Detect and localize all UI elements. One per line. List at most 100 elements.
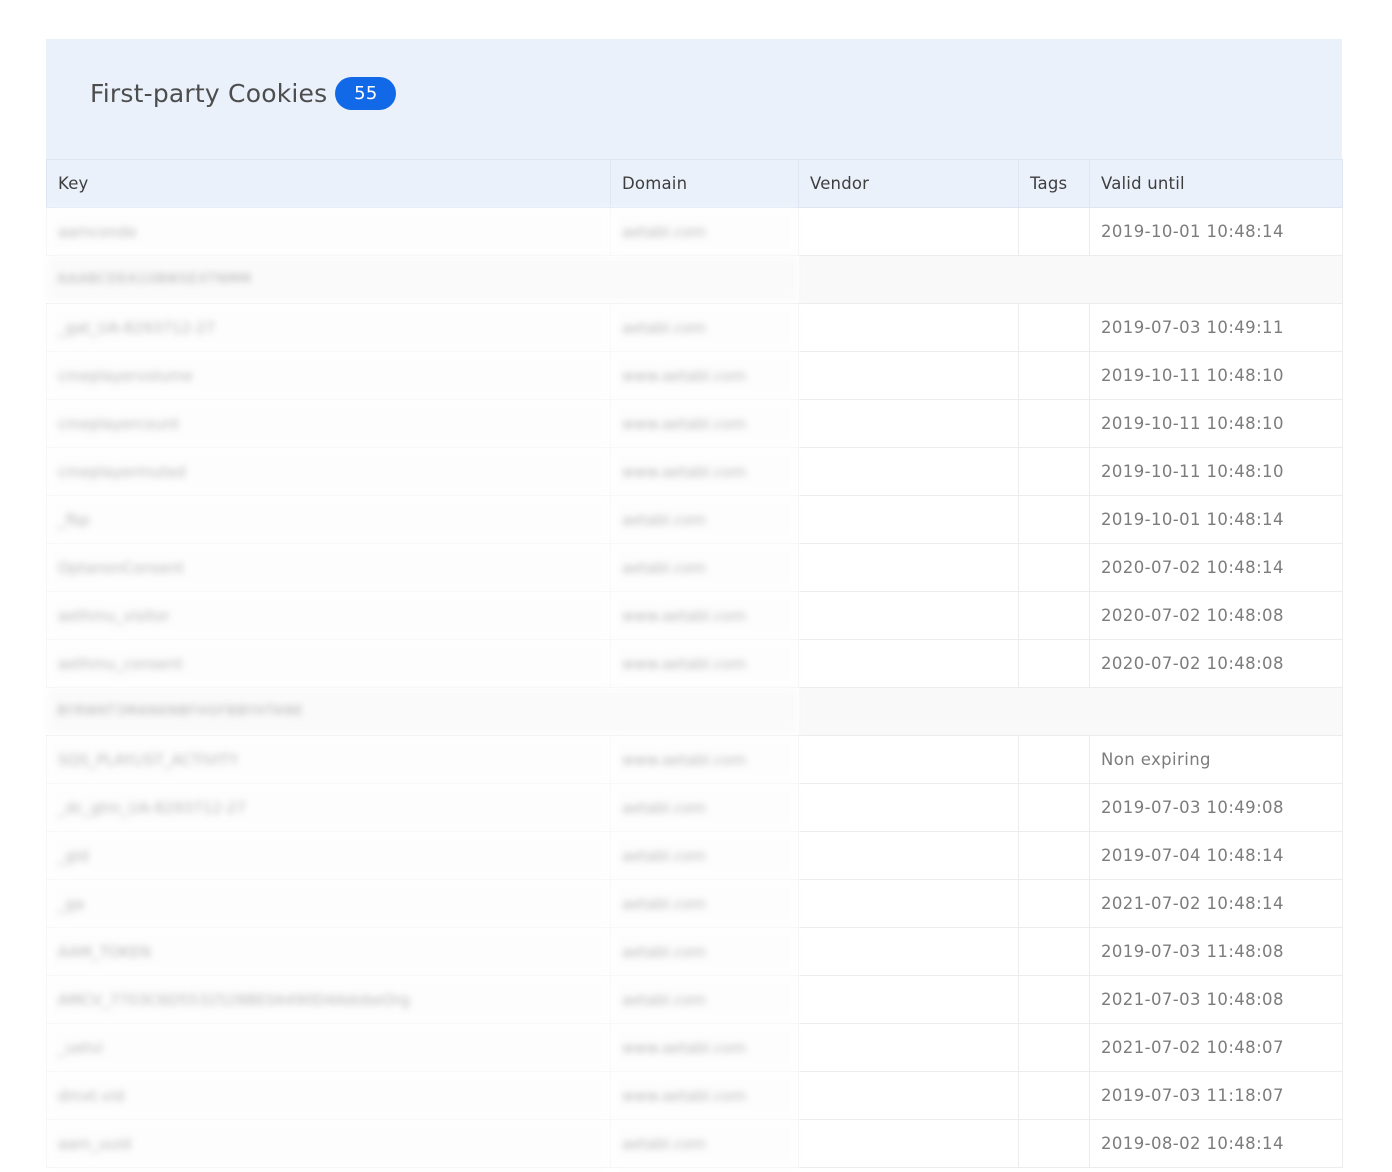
table-row[interactable]: cmeplayercount www.aetabl.com 2019-10-11 1… bbox=[46, 399, 1343, 448]
table-row[interactable]: AAM_TOKEN aetabl.com 2019-07-03 11:48:08 bbox=[46, 927, 1343, 976]
cookie-vendor-cell bbox=[798, 303, 1019, 352]
cookie-tags-cell bbox=[1018, 591, 1090, 640]
cookie-tags-cell bbox=[1018, 879, 1090, 928]
cookie-key-cell: cmeplayercount bbox=[46, 399, 611, 448]
cookie-tags-cell bbox=[1018, 783, 1090, 832]
cookie-tags-cell bbox=[1018, 927, 1090, 976]
cookie-valid-until-cell: 2019-07-04 10:48:14 bbox=[1089, 831, 1343, 880]
cookie-domain-cell: aetabl.com bbox=[610, 831, 799, 880]
cookie-key-cell: cmeplayervolume bbox=[46, 351, 611, 400]
cookie-key-cell: _uetvi bbox=[46, 1023, 611, 1072]
table-row[interactable]: aethmu_visitor www.aetabl.com 2020-07-02 1… bbox=[46, 591, 1343, 640]
cookie-vendor-cell bbox=[798, 975, 1019, 1024]
cookie-vendor-cell bbox=[798, 1023, 1019, 1072]
group-row: BYRWKT3MAN6NBFHGFBBYHTANE bbox=[46, 687, 1343, 736]
cookie-tags-cell bbox=[1018, 495, 1090, 544]
cookie-key-cell: _gid bbox=[46, 831, 611, 880]
cookie-key-cell: aamconde bbox=[46, 207, 611, 256]
group-row-filler bbox=[798, 687, 1343, 736]
cookie-domain-cell: aetabl.com bbox=[610, 1119, 799, 1168]
cookies-table-body: aamconde aetabl.com 2019-10-01 10:48:14 AAA… bbox=[46, 207, 1343, 1168]
cookie-tags-cell bbox=[1018, 1023, 1090, 1072]
cookie-key-cell: SQS_PLAYLIST_ACTIVITY bbox=[46, 735, 611, 784]
cookie-valid-until-cell: Non expiring bbox=[1089, 735, 1343, 784]
table-row[interactable]: cmeplayervolume www.aetabl.com 2019-10-11 … bbox=[46, 351, 1343, 400]
cookie-valid-until-cell: 2020-07-02 10:48:14 bbox=[1089, 543, 1343, 592]
cookie-tags-cell bbox=[1018, 831, 1090, 880]
cookie-vendor-cell bbox=[798, 735, 1019, 784]
table-row[interactable]: aethmu_consent www.aetabl.com 2020-07-02 1… bbox=[46, 639, 1343, 688]
cookie-tags-cell bbox=[1018, 447, 1090, 496]
cookies-table: Key Domain Vendor Tags Valid until aamco… bbox=[46, 159, 1343, 1168]
cookie-vendor-cell bbox=[798, 447, 1019, 496]
cookie-domain-cell: www.aetabl.com bbox=[610, 1071, 799, 1120]
table-row[interactable]: _gat_UA-8293712-27 aetabl.com 2019-07-03 1… bbox=[46, 303, 1343, 352]
cookie-vendor-cell bbox=[798, 1119, 1019, 1168]
cookie-key-cell: aethmu_consent bbox=[46, 639, 611, 688]
cookie-tags-cell bbox=[1018, 207, 1090, 256]
cookie-valid-until-cell: 2020-07-02 10:48:08 bbox=[1089, 639, 1343, 688]
table-row[interactable]: SQS_PLAYLIST_ACTIVITY www.aetabl.com Non e… bbox=[46, 735, 1343, 784]
column-header-tags[interactable]: Tags bbox=[1018, 159, 1090, 208]
cookie-tags-cell bbox=[1018, 975, 1090, 1024]
table-row[interactable]: aamconde aetabl.com 2019-10-01 10:48:14 bbox=[46, 207, 1343, 256]
table-row[interactable]: OptanonConsent aetabl.com 2020-07-02 10:48… bbox=[46, 543, 1343, 592]
panel-title: First-party Cookies 55 bbox=[90, 75, 397, 111]
cookie-valid-until-cell: 2021-07-02 10:48:14 bbox=[1089, 879, 1343, 928]
cookie-domain-cell: aetabl.com bbox=[610, 927, 799, 976]
table-row[interactable]: _fbp aetabl.com 2019-10-01 10:48:14 bbox=[46, 495, 1343, 544]
cookie-domain-cell: www.aetabl.com bbox=[610, 1023, 799, 1072]
cookie-domain-cell: www.aetabl.com bbox=[610, 639, 799, 688]
cookie-vendor-cell bbox=[798, 207, 1019, 256]
cookie-domain-cell: aetabl.com bbox=[610, 207, 799, 256]
cookie-domain-cell: aetabl.com bbox=[610, 543, 799, 592]
cookie-valid-until-cell: 2020-07-02 10:48:08 bbox=[1089, 591, 1343, 640]
table-row[interactable]: cmeplayermuted www.aetabl.com 2019-10-11 1… bbox=[46, 447, 1343, 496]
cookie-vendor-cell bbox=[798, 783, 1019, 832]
cookie-key-cell: aethmu_visitor bbox=[46, 591, 611, 640]
cookie-valid-until-cell: 2019-10-01 10:48:14 bbox=[1089, 495, 1343, 544]
cookie-domain-cell: www.aetabl.com bbox=[610, 591, 799, 640]
group-label: AAABCDEA10BWSEXTNMM bbox=[46, 255, 799, 304]
table-row[interactable]: dmxt.vid www.aetabl.com 2019-07-03 11:18:0… bbox=[46, 1071, 1343, 1120]
group-row: AAABCDEA10BWSEXTNMM bbox=[46, 255, 1343, 304]
cookie-tags-cell bbox=[1018, 543, 1090, 592]
cookie-vendor-cell bbox=[798, 495, 1019, 544]
panel-header: First-party Cookies 55 bbox=[46, 39, 1342, 160]
column-header-domain[interactable]: Domain bbox=[610, 159, 799, 208]
cookie-valid-until-cell: 2019-08-02 10:48:14 bbox=[1089, 1119, 1343, 1168]
table-row[interactable]: _gid aetabl.com 2019-07-04 10:48:14 bbox=[46, 831, 1343, 880]
cookie-key-cell: cmeplayermuted bbox=[46, 447, 611, 496]
cookie-key-cell: _fbp bbox=[46, 495, 611, 544]
table-row[interactable]: AMCV_7703C6D5532528BE0A490D4AdobeOrg aeta… bbox=[46, 975, 1343, 1024]
column-header-key[interactable]: Key bbox=[46, 159, 611, 208]
cookie-tags-cell bbox=[1018, 639, 1090, 688]
table-row[interactable]: _dc_gtm_UA-8293712-27 aetabl.com 2019-07-0… bbox=[46, 783, 1343, 832]
cookie-valid-until-cell: 2019-10-11 10:48:10 bbox=[1089, 399, 1343, 448]
cookie-domain-cell: www.aetabl.com bbox=[610, 351, 799, 400]
cookie-count-badge: 55 bbox=[335, 76, 397, 110]
cookie-vendor-cell bbox=[798, 831, 1019, 880]
cookie-vendor-cell bbox=[798, 399, 1019, 448]
cookie-key-cell: AMCV_7703C6D5532528BE0A490D4AdobeOrg bbox=[46, 975, 611, 1024]
column-header-vendor[interactable]: Vendor bbox=[798, 159, 1019, 208]
cookie-domain-cell: www.aetabl.com bbox=[610, 447, 799, 496]
cookie-key-cell: _gat_UA-8293712-27 bbox=[46, 303, 611, 352]
table-row[interactable]: _ga aetabl.com 2021-07-02 10:48:14 bbox=[46, 879, 1343, 928]
cookie-vendor-cell bbox=[798, 351, 1019, 400]
cookie-key-cell: _ga bbox=[46, 879, 611, 928]
column-header-valid-until[interactable]: Valid until bbox=[1089, 159, 1343, 208]
cookie-domain-cell: aetabl.com bbox=[610, 303, 799, 352]
cookie-key-cell: AAM_TOKEN bbox=[46, 927, 611, 976]
group-label: BYRWKT3MAN6NBFHGFBBYHTANE bbox=[46, 687, 799, 736]
table-row[interactable]: aam_uuid aetabl.com 2019-08-02 10:48:14 bbox=[46, 1119, 1343, 1168]
cookie-tags-cell bbox=[1018, 351, 1090, 400]
cookie-key-cell: _dc_gtm_UA-8293712-27 bbox=[46, 783, 611, 832]
cookie-domain-cell: aetabl.com bbox=[610, 975, 799, 1024]
table-row[interactable]: _uetvi www.aetabl.com 2021-07-02 10:48:07 bbox=[46, 1023, 1343, 1072]
cookie-tags-cell bbox=[1018, 1071, 1090, 1120]
group-row-filler bbox=[798, 255, 1343, 304]
cookie-valid-until-cell: 2019-10-01 10:48:14 bbox=[1089, 207, 1343, 256]
cookie-vendor-cell bbox=[798, 1071, 1019, 1120]
cookie-valid-until-cell: 2021-07-03 10:48:08 bbox=[1089, 975, 1343, 1024]
